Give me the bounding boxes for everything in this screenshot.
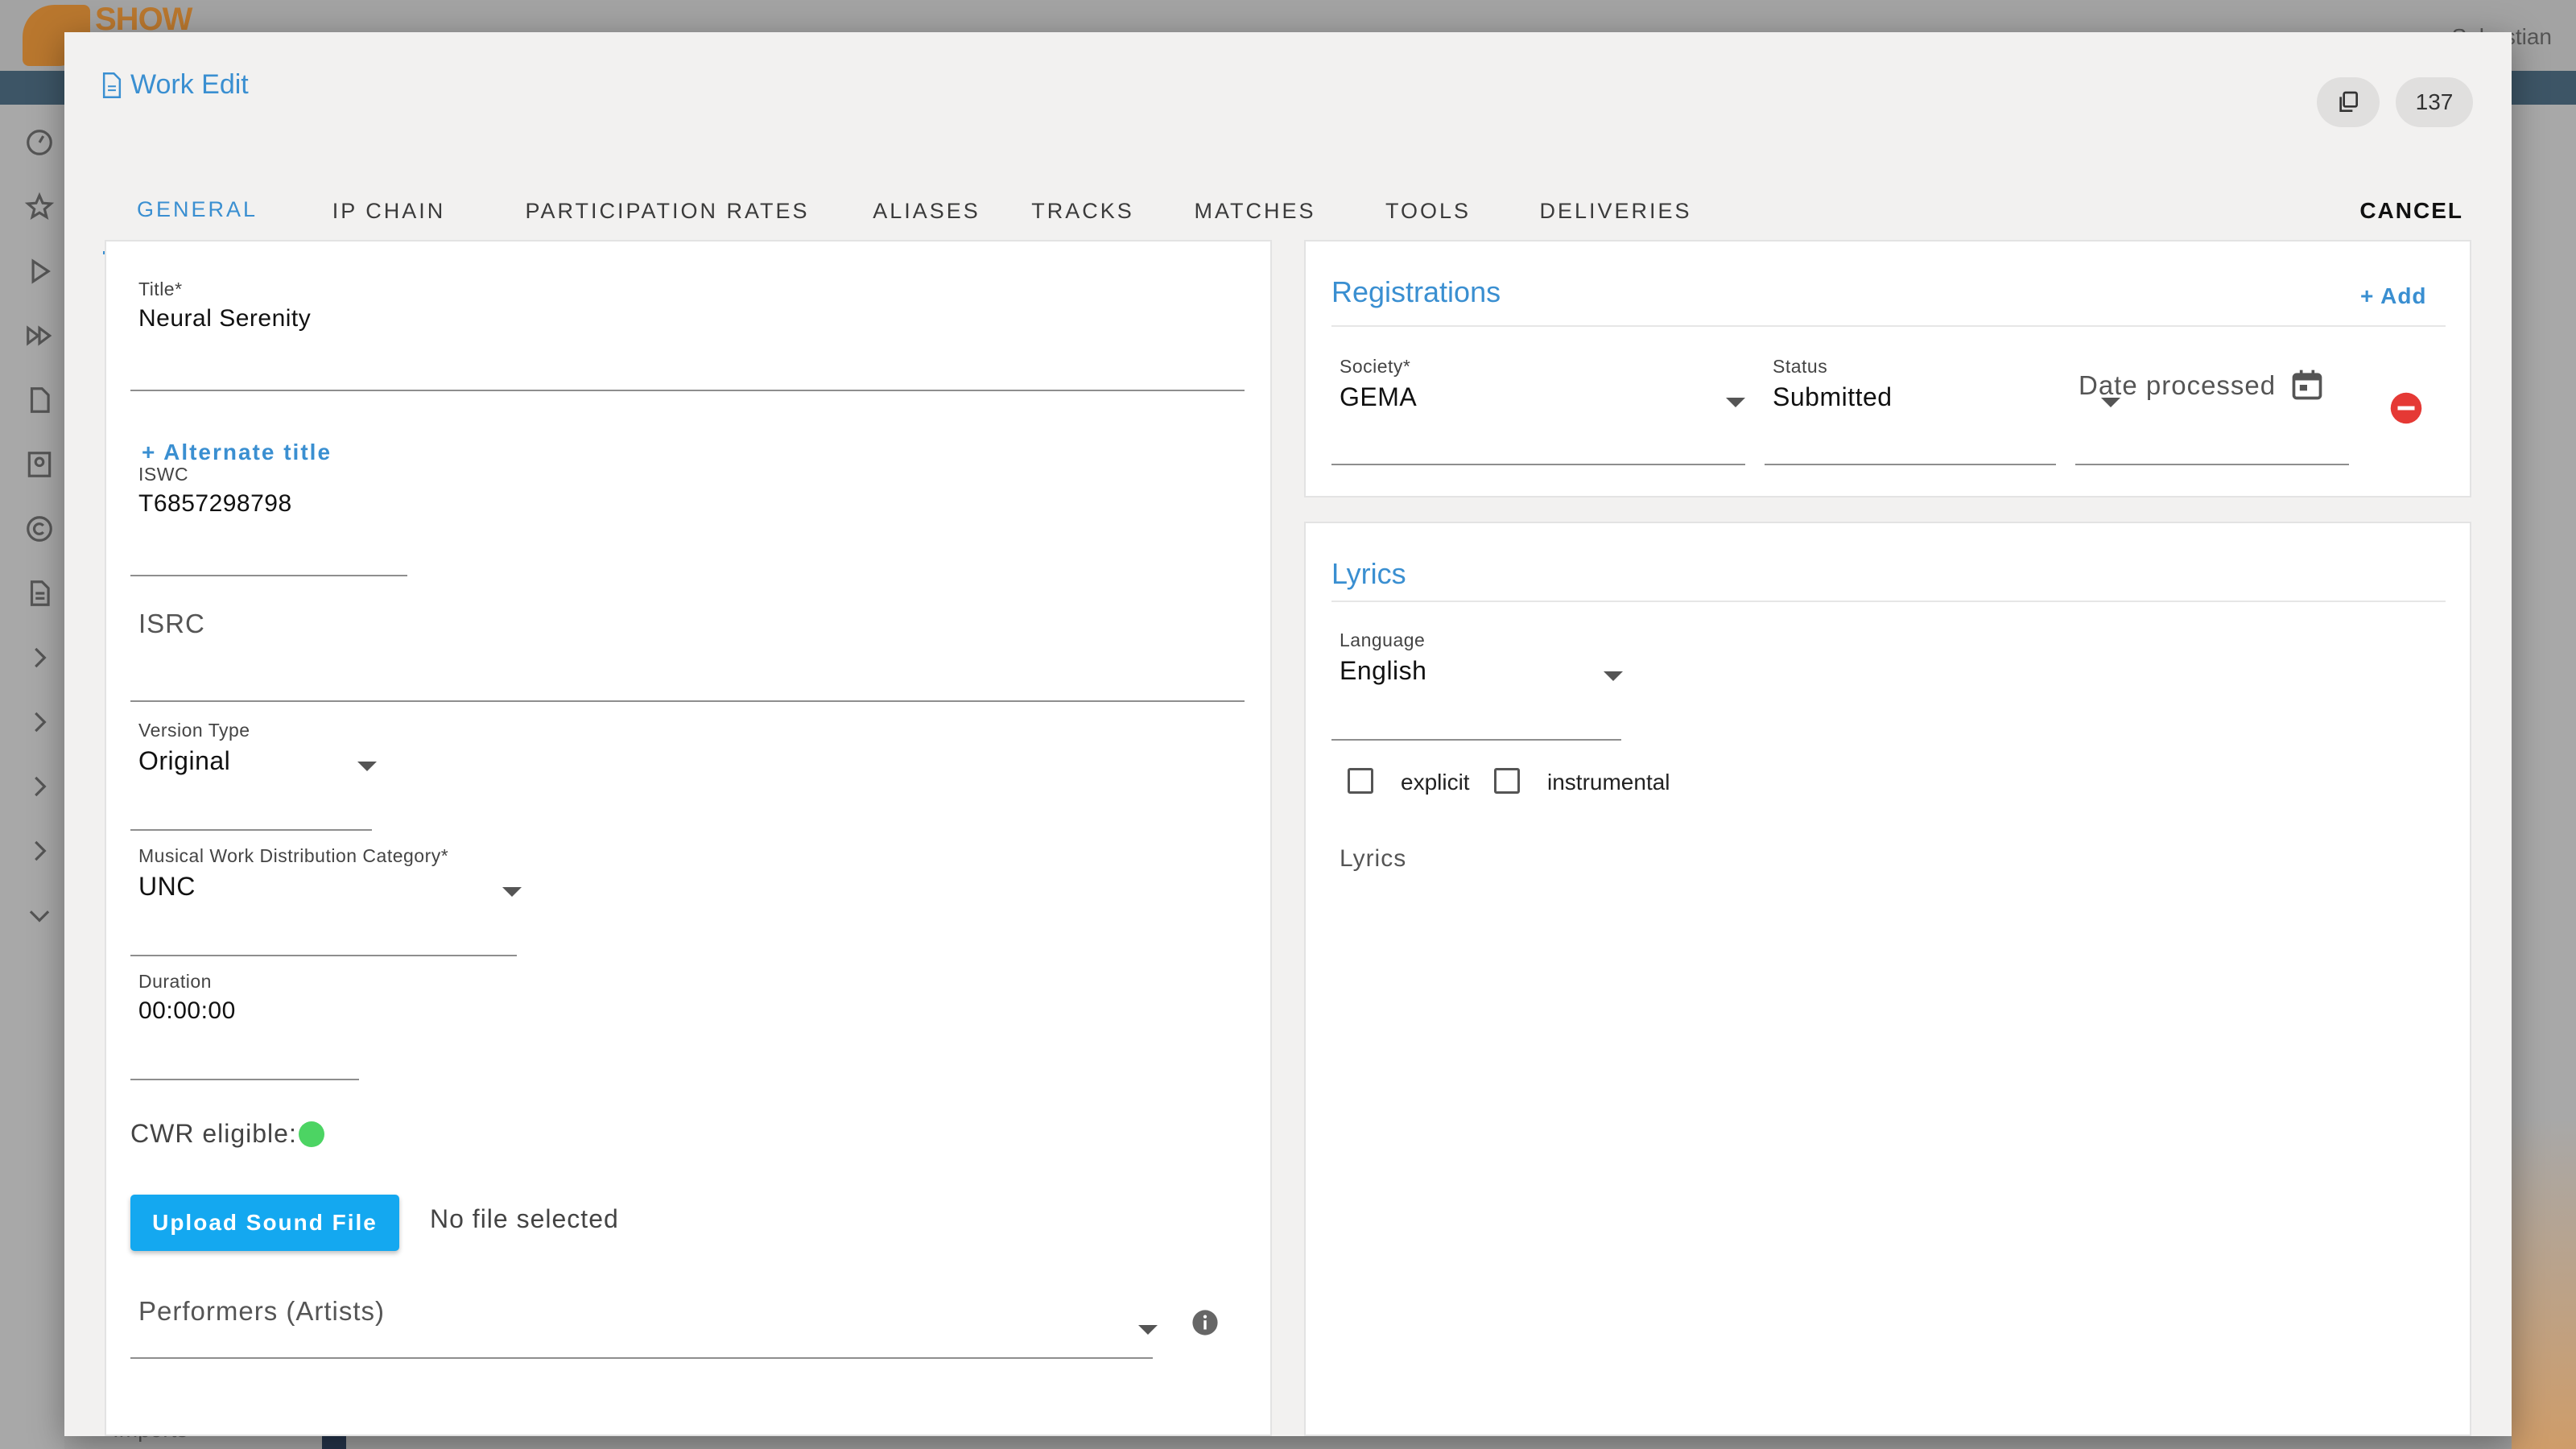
file-status: No file selected bbox=[430, 1204, 619, 1233]
file-icon bbox=[30, 387, 50, 413]
status-underline bbox=[1765, 464, 2056, 465]
distribution-category-label: Musical Work Distribution Category* bbox=[138, 845, 449, 866]
lyrics-textarea[interactable]: Lyrics bbox=[1340, 845, 1406, 873]
language-value: English bbox=[1340, 656, 1427, 685]
distribution-category-value: UNC bbox=[138, 872, 196, 901]
chevron-down-icon[interactable] bbox=[502, 887, 522, 897]
work-edit-dialog: Work Edit 137 GENERAL IP CHAIN PARTICIPA… bbox=[64, 32, 2512, 1436]
contact-icon bbox=[27, 452, 52, 477]
chevron-right-icon bbox=[35, 712, 47, 733]
society-underline bbox=[1331, 464, 1745, 465]
isrc-input[interactable]: ISRC bbox=[138, 609, 205, 639]
app-right-strip bbox=[2512, 71, 2576, 1449]
lyrics-divider bbox=[1331, 601, 2446, 602]
distribution-category-underline bbox=[130, 955, 517, 956]
iswc-label: ISWC bbox=[138, 464, 189, 485]
performers-placeholder: Performers (Artists) bbox=[138, 1296, 386, 1326]
copy-button[interactable] bbox=[2317, 77, 2380, 127]
language-select[interactable]: Language English bbox=[1340, 630, 1426, 686]
dashboard-icon bbox=[27, 130, 52, 155]
info-icon[interactable] bbox=[1191, 1309, 1219, 1336]
instrumental-label: instrumental bbox=[1547, 770, 1670, 795]
registrations-divider bbox=[1331, 325, 2446, 327]
date-processed-input[interactable]: Date processed bbox=[2079, 370, 2276, 401]
lyrics-panel: Lyrics Language English explicit instrum… bbox=[1304, 522, 2471, 1436]
chevron-right-icon bbox=[35, 840, 47, 861]
language-underline bbox=[1331, 739, 1621, 741]
alternate-title-link[interactable]: + Alternate title bbox=[142, 440, 332, 465]
chevron-down-icon bbox=[29, 910, 50, 923]
duration-value: 00:00:00 bbox=[138, 997, 236, 1024]
iswc-value: T6857298798 bbox=[138, 490, 292, 517]
society-select[interactable]: Society* GEMA bbox=[1340, 356, 1417, 412]
version-type-label: Version Type bbox=[138, 720, 250, 741]
dialog-actions: 137 bbox=[2317, 77, 2473, 127]
cwr-eligible: CWR eligible: bbox=[130, 1119, 324, 1149]
iswc-underline bbox=[130, 575, 407, 576]
status-label: Status bbox=[1773, 356, 1828, 377]
distribution-category-select[interactable]: Musical Work Distribution Category* UNC bbox=[138, 845, 448, 902]
cwr-eligible-label: CWR eligible: bbox=[130, 1119, 297, 1148]
fast-forward-icon bbox=[27, 325, 52, 346]
isrc-placeholder: ISRC bbox=[138, 609, 205, 638]
duration-underline bbox=[130, 1079, 359, 1080]
society-label: Society* bbox=[1340, 356, 1411, 377]
chevron-down-icon[interactable] bbox=[1138, 1325, 1158, 1335]
registrations-panel: Registrations + Add Society* GEMA Status… bbox=[1304, 240, 2471, 497]
society-value: GEMA bbox=[1340, 382, 1418, 411]
title-value: Neural Serenity bbox=[138, 305, 312, 332]
explicit-checkbox[interactable] bbox=[1348, 768, 1373, 794]
version-type-underline bbox=[130, 829, 372, 831]
instrumental-checkbox[interactable] bbox=[1494, 768, 1520, 794]
calendar-icon[interactable] bbox=[2289, 367, 2325, 402]
registrations-title: Registrations bbox=[1331, 275, 1501, 308]
chevron-right-icon bbox=[35, 647, 47, 668]
duration-label: Duration bbox=[138, 971, 212, 992]
copyright-icon bbox=[27, 516, 52, 542]
status-value: Submitted bbox=[1773, 382, 1893, 411]
remove-registration-icon[interactable] bbox=[2389, 391, 2423, 425]
chevron-down-icon[interactable] bbox=[357, 762, 377, 771]
performers-underline bbox=[130, 1357, 1153, 1359]
dialog-title-text: Work Edit bbox=[130, 69, 249, 100]
star-icon bbox=[24, 192, 55, 221]
general-panel: Title* Neural Serenity + Alternate title… bbox=[105, 240, 1272, 1436]
title-label: Title* bbox=[138, 279, 183, 299]
document-icon bbox=[30, 580, 50, 606]
performers-select[interactable]: Performers (Artists) bbox=[138, 1296, 385, 1327]
date-processed-placeholder: Date processed bbox=[2079, 370, 2277, 400]
copy-icon bbox=[2339, 91, 2358, 112]
play-icon bbox=[31, 258, 51, 284]
version-type-value: Original bbox=[138, 746, 231, 775]
explicit-label: explicit bbox=[1401, 770, 1470, 795]
dialog-title: Work Edit bbox=[101, 69, 249, 101]
language-label: Language bbox=[1340, 630, 1426, 650]
duration-field[interactable]: Duration 00:00:00 bbox=[138, 971, 236, 1025]
title-underline bbox=[130, 390, 1245, 391]
id-badge[interactable]: 137 bbox=[2396, 77, 2473, 127]
title-field[interactable]: Title* Neural Serenity bbox=[138, 279, 311, 332]
chevron-down-icon[interactable] bbox=[1604, 671, 1623, 681]
iswc-field[interactable]: ISWC T6857298798 bbox=[138, 464, 292, 518]
status-select[interactable]: Status Submitted bbox=[1773, 356, 1893, 412]
chevron-down-icon[interactable] bbox=[1726, 398, 1745, 407]
lyrics-title: Lyrics bbox=[1331, 557, 1406, 590]
version-type-select[interactable]: Version Type Original bbox=[138, 720, 250, 776]
date-processed-underline bbox=[2075, 464, 2349, 465]
chevron-right-icon bbox=[35, 776, 47, 797]
isrc-underline bbox=[130, 700, 1245, 702]
add-registration-link[interactable]: + Add bbox=[2360, 283, 2427, 309]
document-icon bbox=[102, 72, 122, 98]
cwr-status-dot bbox=[298, 1121, 324, 1147]
upload-sound-file-button[interactable]: Upload Sound File bbox=[130, 1195, 399, 1251]
